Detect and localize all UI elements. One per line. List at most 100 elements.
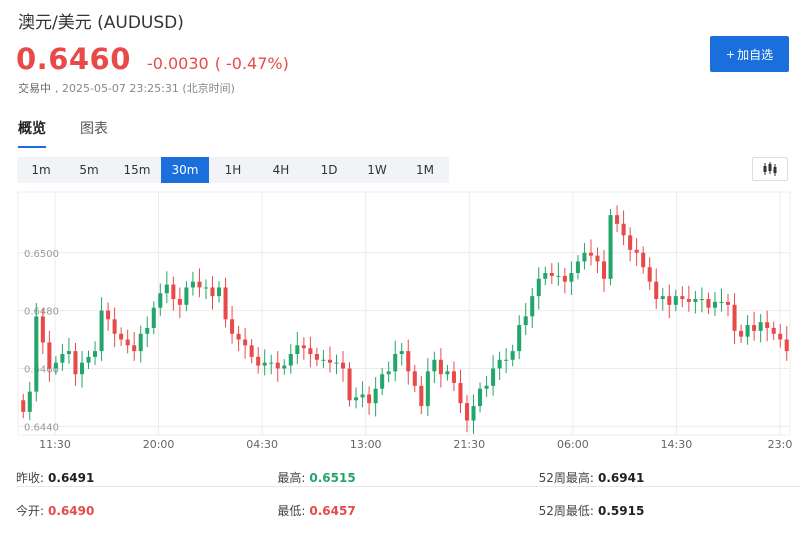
candle-body <box>595 255 600 262</box>
candle-body <box>647 267 652 282</box>
candle-body <box>177 299 182 305</box>
candle <box>438 348 443 388</box>
candle <box>419 375 424 415</box>
candle-body <box>582 252 587 262</box>
current-price: 0.6460 <box>16 42 131 76</box>
candle <box>725 293 731 317</box>
candle <box>93 341 98 365</box>
price-change: -0.0030 <box>146 54 209 73</box>
x-tick-label: 21:30 <box>453 438 485 451</box>
candle-body <box>523 316 528 326</box>
view-tabs: 概览 图表 <box>18 118 142 148</box>
candle <box>73 343 78 386</box>
candle-body <box>706 299 711 308</box>
y-tick-label: 0.6440 <box>24 422 59 433</box>
candle-body <box>132 345 137 352</box>
candle-body <box>458 382 463 404</box>
candle-body <box>301 345 306 349</box>
candle-body <box>262 362 267 366</box>
candle-body <box>308 348 313 354</box>
candle-body <box>732 304 737 331</box>
x-tick-label: 04:30 <box>246 438 278 451</box>
candle <box>386 361 391 383</box>
candle-body <box>451 371 456 383</box>
interval-1m[interactable]: 1m <box>17 157 65 183</box>
candle <box>615 205 620 232</box>
candle-body <box>608 215 613 279</box>
status-text: 交易中 <box>18 82 51 95</box>
candle <box>27 381 32 420</box>
candle-body <box>543 273 548 279</box>
candle-body <box>288 354 293 366</box>
candle-body <box>66 351 71 354</box>
candle-body <box>419 385 424 407</box>
interval-1d[interactable]: 1D <box>305 157 353 183</box>
interval-30m[interactable]: 30m <box>161 157 209 183</box>
candle <box>712 292 717 316</box>
candle-body <box>641 252 646 268</box>
tab-chart[interactable]: 图表 <box>80 118 108 148</box>
candle <box>478 382 483 413</box>
candle-body <box>203 287 208 289</box>
candle <box>608 208 613 286</box>
candle <box>295 332 300 364</box>
candle-body <box>510 351 515 360</box>
price-change-percent: ( -0.47%) <box>214 54 289 73</box>
candle-body <box>386 371 391 375</box>
stat-52w-low: 52周最低: 0.5915 <box>538 503 645 518</box>
candle-body <box>602 261 607 279</box>
stats-panel: 昨收: 0.6491 最高: 0.6515 52周最高: 0.6941 今开: 0.64… <box>16 462 800 526</box>
candle-body <box>360 394 365 398</box>
candle <box>106 302 111 331</box>
candle-body <box>549 273 554 276</box>
candle <box>21 393 26 419</box>
stat-52w-high: 52周最高: 0.6941 <box>538 469 800 487</box>
price-chart[interactable]: 0.6440 0.6460 0.6480 0.6500 11:30 20:00 04:30… <box>0 190 800 458</box>
candle <box>314 347 319 367</box>
candle <box>686 285 691 312</box>
interval-5m[interactable]: 5m <box>65 157 113 183</box>
x-tick-label: 23:0 <box>768 438 793 451</box>
candle-body <box>275 362 280 369</box>
candle-body <box>230 319 235 334</box>
add-to-watchlist-label: 加自选 <box>737 47 774 62</box>
y-tick-label: 0.6460 <box>24 364 59 375</box>
candle <box>699 287 704 313</box>
candle-body <box>190 281 195 288</box>
candle-body <box>99 310 104 352</box>
candle-body <box>112 319 117 334</box>
candle-body <box>425 371 430 407</box>
chart-type-button[interactable] <box>752 157 788 181</box>
candle-body <box>138 333 143 352</box>
interval-1h[interactable]: 1H <box>209 157 257 183</box>
candle <box>367 386 372 415</box>
candle <box>119 327 124 346</box>
interval-15m[interactable]: 15m <box>113 157 161 183</box>
chart-grid <box>17 191 791 436</box>
x-tick-label: 11:30 <box>39 438 71 451</box>
candle <box>399 343 404 366</box>
interval-4h[interactable]: 4H <box>257 157 305 183</box>
candle <box>654 268 659 309</box>
price-row: 0.6460 -0.0030 ( -0.47%) <box>16 42 289 76</box>
trading-status: 交易中 , 2025-05-07 23:25:31 (北京时间) <box>18 80 235 96</box>
candlestick-series <box>21 205 789 434</box>
candle <box>269 354 274 375</box>
candle-body <box>464 403 470 421</box>
interval-1w[interactable]: 1W <box>353 157 401 183</box>
candle-body <box>27 391 32 412</box>
add-to-watchlist-button[interactable]: + 加自选 <box>710 36 789 72</box>
stats-row-2: 今开: 0.6490 最低: 0.6457 52周最低: 0.5915 <box>16 494 800 526</box>
candle <box>582 242 587 270</box>
candle <box>308 336 313 368</box>
candle-body <box>34 316 39 392</box>
candle-body <box>634 249 639 253</box>
candle-body <box>327 359 332 363</box>
candle-body <box>269 362 274 364</box>
candle <box>177 287 182 319</box>
tab-overview[interactable]: 概览 <box>18 118 46 148</box>
interval-1mo[interactable]: 1M <box>401 157 449 183</box>
candle <box>719 288 724 312</box>
candle <box>164 271 169 304</box>
candle <box>536 267 541 310</box>
